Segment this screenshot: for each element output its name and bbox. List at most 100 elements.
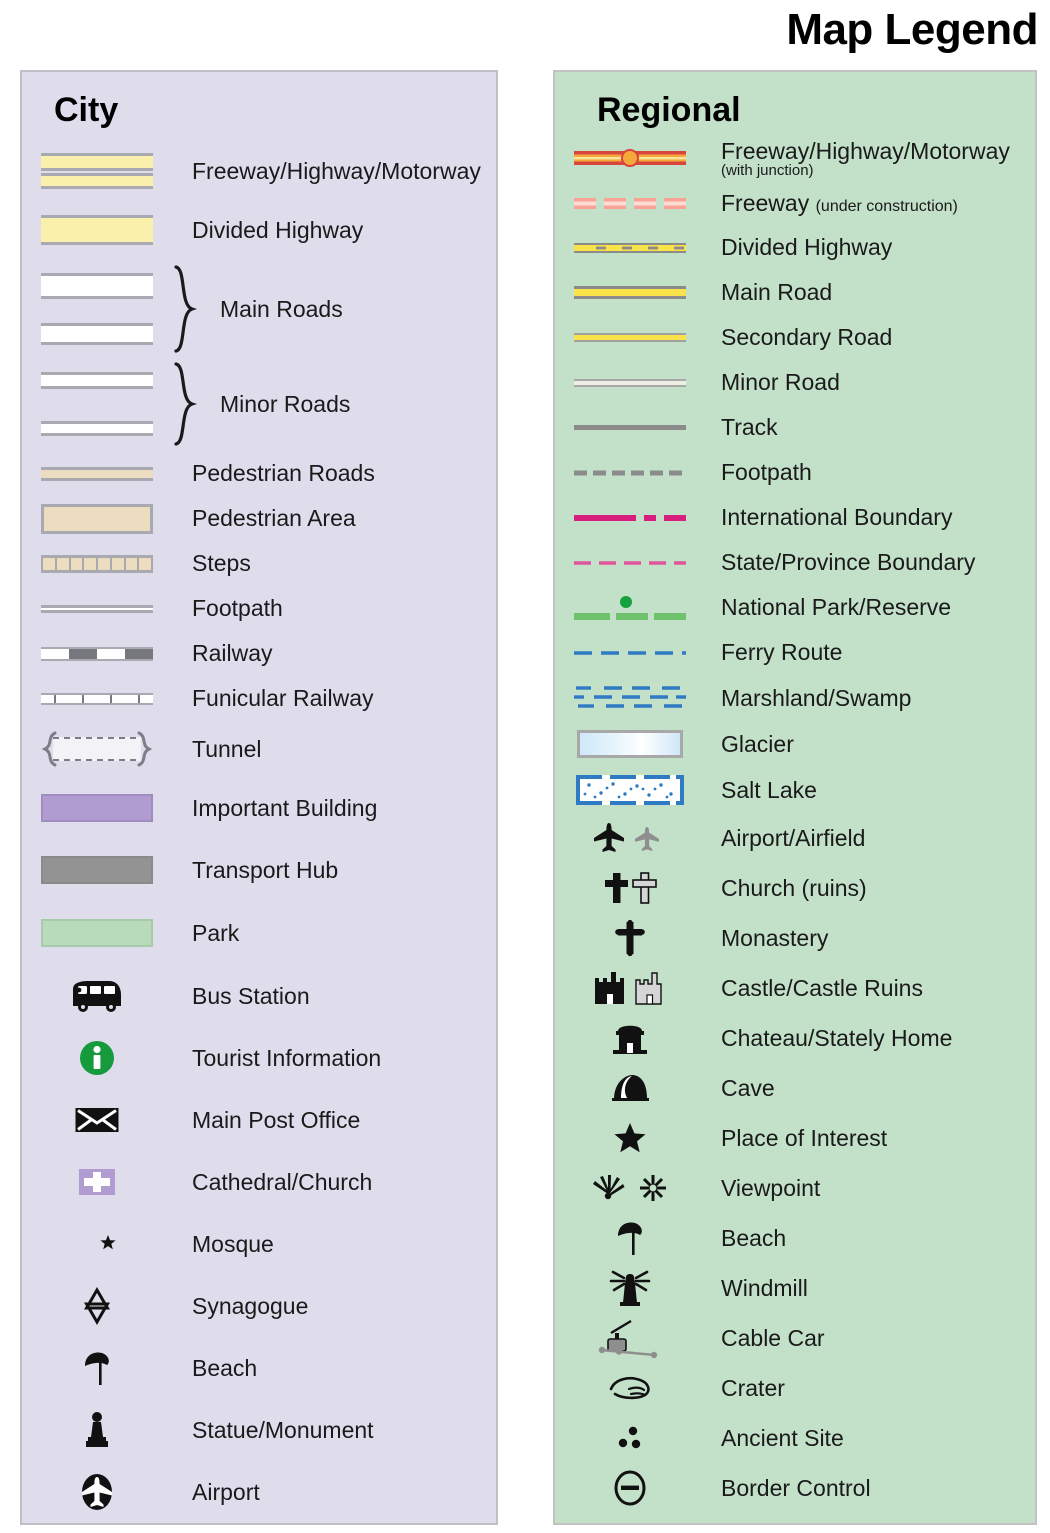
- glacier-swatch: [555, 730, 705, 759]
- salt-lake-swatch: [555, 775, 705, 806]
- legend-row: Chateau/Stately Home: [555, 1013, 1035, 1063]
- city-pedestrian-road-symbol: [22, 466, 172, 481]
- legend-label: Freeway (under construction): [721, 190, 958, 217]
- regional-legend-panel: Regional Freeway/Highway/Motorway (with …: [553, 70, 1037, 1525]
- legend-label: Bus Station: [192, 982, 310, 1009]
- city-tunnel-symbol: [22, 729, 172, 769]
- legend-row: Statue/Monument: [22, 1399, 496, 1461]
- legend-label: Track: [721, 414, 778, 441]
- regional-footpath-symbol: [555, 470, 705, 476]
- legend-row: National Park/Reserve: [555, 585, 1035, 630]
- legend-label: Glacier: [721, 730, 794, 757]
- regional-divided-highway-symbol: [555, 240, 705, 256]
- legend-row: Cathedral/Church: [22, 1151, 496, 1213]
- city-transport-hub-swatch: [22, 856, 172, 885]
- legend-row: Important Building: [22, 777, 496, 839]
- city-park-swatch: [22, 919, 172, 948]
- legend-row: Main Road: [555, 270, 1035, 315]
- legend-label: Beach: [721, 1224, 787, 1251]
- legend-label: Tourist Information: [192, 1044, 382, 1071]
- legend-label-main: Freeway: [721, 189, 810, 216]
- legend-row: Main Post Office: [22, 1089, 496, 1151]
- ferry-route-symbol: [555, 650, 705, 656]
- legend-label: Salt Lake: [721, 776, 817, 803]
- statue-icon: [22, 1410, 172, 1450]
- city-legend-panel: City Freeway/Highway/Motorway Divided Hi…: [20, 70, 498, 1525]
- legend-row: Footpath: [555, 450, 1035, 495]
- legend-row: International Boundary: [555, 495, 1035, 540]
- legend-label: Beach: [192, 1354, 258, 1381]
- legend-row: Bus Station: [22, 965, 496, 1027]
- viewpoint-icon: [555, 1172, 705, 1204]
- airport-circle-icon: [22, 1471, 172, 1513]
- legend-label: Freeway/Highway/Motorway: [192, 157, 481, 184]
- airplane-icon: [555, 821, 705, 855]
- legend-label: Cable Car: [721, 1324, 825, 1351]
- cave-icon: [555, 1073, 705, 1103]
- regional-minor-road-symbol: [555, 378, 705, 387]
- crater-icon: [555, 1375, 705, 1401]
- legend-label: Main Roads: [220, 295, 343, 322]
- legend-row: Windmill: [555, 1263, 1035, 1313]
- legend-row: Beach: [22, 1337, 496, 1399]
- legend-label: Church (ruins): [721, 874, 867, 901]
- legend-row: Airport/Airfield: [555, 813, 1035, 863]
- legend-label: Minor Roads: [220, 390, 351, 417]
- city-divided-highway-symbol: [22, 215, 172, 246]
- legend-label: Windmill: [721, 1274, 808, 1301]
- legend-label: Steps: [192, 550, 251, 577]
- regional-panel-heading: Regional: [597, 91, 741, 129]
- legend-label: Statue/Monument: [192, 1416, 374, 1443]
- legend-label: Cave: [721, 1074, 775, 1101]
- legend-label: Divided Highway: [721, 234, 893, 261]
- minor-roads-brace: [170, 362, 198, 446]
- legend-row: Ferry Route: [555, 630, 1035, 675]
- legend-label: Secondary Road: [721, 324, 893, 351]
- monastery-cross-icon: [555, 920, 705, 957]
- legend-row: Place of Interest: [555, 1113, 1035, 1163]
- legend-row: State/Province Boundary: [555, 540, 1035, 585]
- windmill-icon: [555, 1269, 705, 1307]
- legend-row: Freeway/Highway/Motorway (with junction): [555, 135, 1035, 181]
- star-icon: [555, 1122, 705, 1154]
- city-railway-symbol: [22, 646, 172, 661]
- city-main-roads-symbol: [22, 273, 172, 346]
- legend-row: Mosque: [22, 1213, 496, 1275]
- regional-secondary-road-symbol: [555, 333, 705, 343]
- legend-row: Park: [22, 901, 496, 965]
- city-footpath-symbol: [22, 604, 172, 613]
- legend-row: Transport Hub: [22, 839, 496, 901]
- regional-track-symbol: [555, 425, 705, 431]
- legend-row: Glacier: [555, 721, 1035, 767]
- legend-label: Crater: [721, 1374, 785, 1401]
- legend-row: Freeway/Highway/Motorway: [22, 143, 496, 199]
- city-steps-symbol: [22, 554, 172, 573]
- legend-label: Tunnel: [192, 735, 262, 762]
- legend-row: Castle/Castle Ruins: [555, 963, 1035, 1013]
- national-park-symbol: [555, 594, 705, 622]
- legend-label-sub: (with junction): [721, 162, 814, 180]
- legend-label: Minor Road: [721, 369, 840, 396]
- legend-row: Tourist Information: [22, 1027, 496, 1089]
- legend-label: State/Province Boundary: [721, 549, 976, 576]
- legend-label: Synagogue: [192, 1292, 309, 1319]
- legend-label: Monastery: [721, 924, 829, 951]
- legend-label: Mosque: [192, 1230, 274, 1257]
- regional-freeway-construction-symbol: [555, 193, 705, 213]
- legend-row: Divided Highway: [555, 225, 1035, 270]
- legend-row: Border Control: [555, 1463, 1035, 1513]
- legend-row: Airport: [22, 1461, 496, 1523]
- border-control-icon: [555, 1469, 705, 1507]
- city-legend-rows: Freeway/Highway/Motorway Divided Highway: [22, 143, 496, 1523]
- bus-icon: [22, 979, 172, 1013]
- city-important-building-swatch: [22, 794, 172, 823]
- legend-row: Railway: [22, 631, 496, 676]
- legend-label: National Park/Reserve: [721, 594, 952, 621]
- legend-label: Place of Interest: [721, 1124, 888, 1151]
- legend-row: Monastery: [555, 913, 1035, 963]
- legend-row: Funicular Railway: [22, 676, 496, 721]
- legend-row: Divided Highway: [22, 199, 496, 261]
- legend-label: Viewpoint: [721, 1174, 821, 1201]
- castle-icon: [555, 970, 705, 1006]
- legend-row: Beach: [555, 1213, 1035, 1263]
